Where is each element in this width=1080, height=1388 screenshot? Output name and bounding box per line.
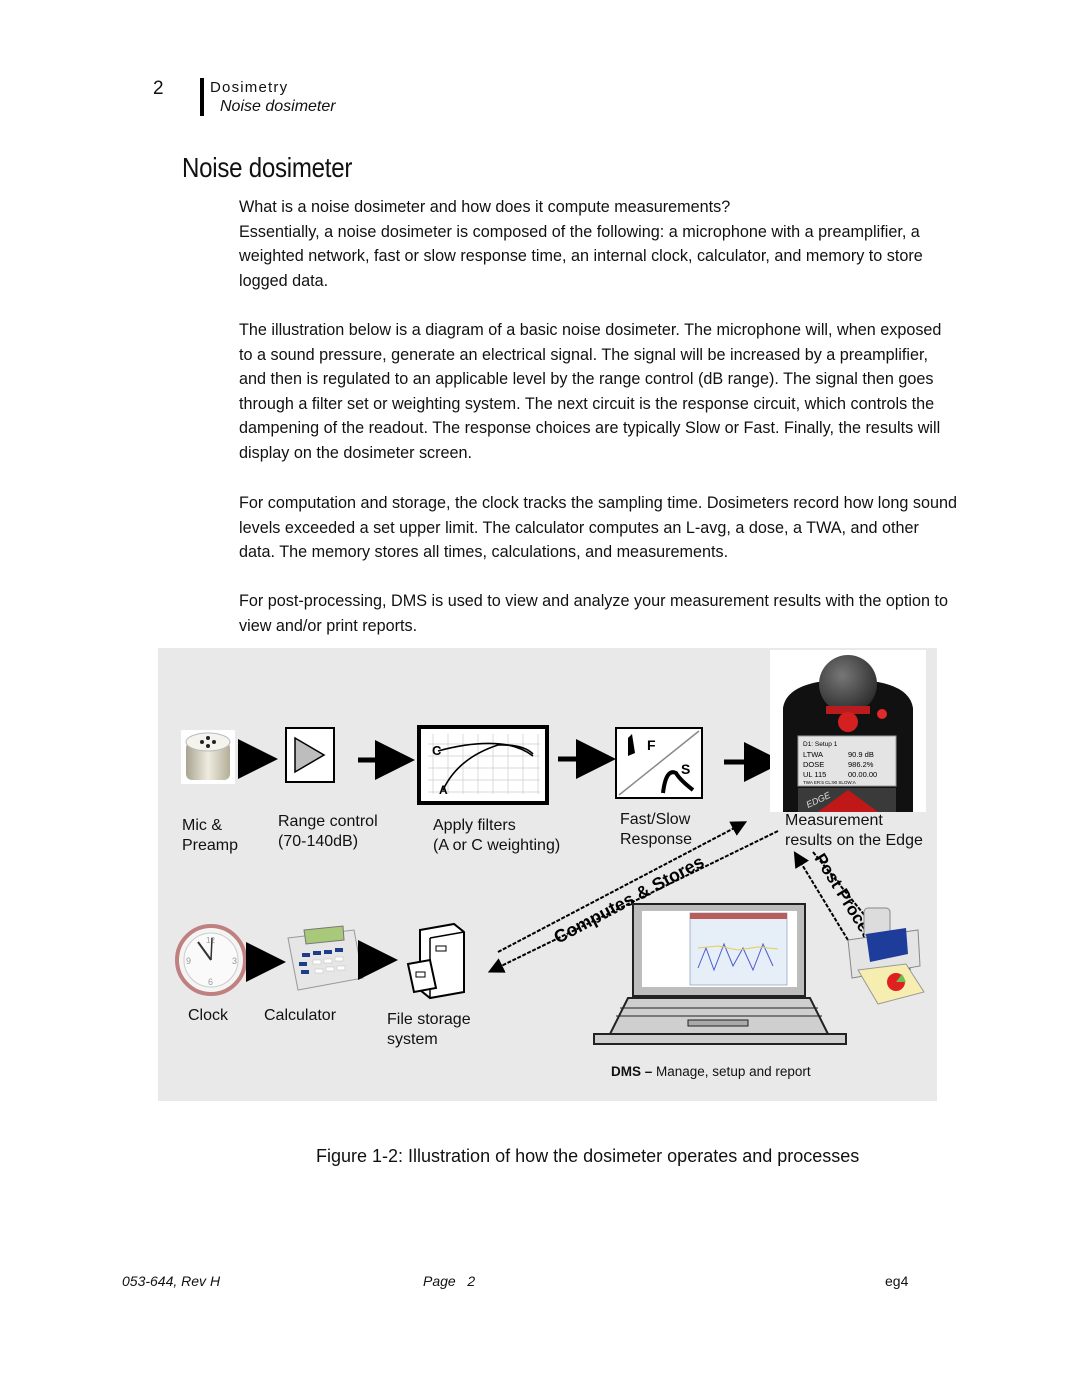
screen-row-label: UL 115 <box>803 770 826 779</box>
clock-number: 3 <box>232 956 237 966</box>
illustration-paragraph: The illustration below is a diagram of a… <box>239 321 942 462</box>
screen-row-value: 90.9 dB <box>848 750 874 759</box>
measurement-label: Measurement results on the Edge <box>785 812 923 849</box>
screen-row-label: DOSE <box>803 760 824 769</box>
response-icon: F S <box>615 727 703 799</box>
page-title: Noise dosimeter <box>182 152 353 183</box>
intro-paragraph: What is a noise dosimeter and how does i… <box>239 195 959 293</box>
screen-status: TWA ER:5 CL:90 SLOW:A <box>803 780 856 785</box>
footer-doc-number: 053-644, Rev H <box>122 1273 221 1289</box>
screen-row-label: LTWA <box>803 750 823 759</box>
footer-page-number: Page 2 <box>423 1273 476 1289</box>
computation-paragraph: For computation and storage, the clock t… <box>239 494 957 562</box>
chapter-title: Dosimetry <box>210 79 289 96</box>
footer-product: eg4 <box>885 1273 909 1289</box>
weighting-graph-icon: C A <box>417 725 549 805</box>
filters-label: Apply filters (A or C weighting) <box>433 817 561 854</box>
clock-number: 12 <box>206 936 215 945</box>
chapter-number: 2 <box>153 78 164 99</box>
diagram-graphics: C A F S D1: Setup 1 LTWA 90.9 dB DOSE 98… <box>175 650 926 1045</box>
intro-body: Essentially, a noise dosimeter is compos… <box>239 222 923 290</box>
amplifier-icon <box>285 727 335 783</box>
curve-a-label: A <box>439 783 448 797</box>
screen-header: D1: Setup 1 <box>803 741 838 748</box>
file-cabinet-icon <box>406 922 465 1000</box>
figure-caption: Figure 1-2: Illustration of how the dosi… <box>316 1146 860 1166</box>
laptop-dms-icon <box>593 903 847 1045</box>
dosimeter-diagram: C A F S D1: Setup 1 LTWA 90.9 dB DOSE 98… <box>158 648 937 1101</box>
range-control-label: Range control (70-140dB) <box>278 813 378 850</box>
slow-label: S <box>681 761 690 777</box>
intro-question: What is a noise dosimeter and how does i… <box>239 198 731 216</box>
clock-label: Clock <box>188 1007 229 1024</box>
mic-label: Mic & Preamp <box>182 817 239 854</box>
fast-label: F <box>647 737 656 753</box>
post-processing-paragraph: For post-processing, DMS is used to view… <box>239 592 948 635</box>
clock-number: 6 <box>208 977 213 987</box>
clock-number: 9 <box>186 956 191 966</box>
screen-row-value: 986.2% <box>848 760 874 769</box>
curve-c-label: C <box>432 743 442 758</box>
dms-label: DMS – Manage, setup and report <box>611 1064 811 1079</box>
clock-icon: 12 3 6 9 <box>175 924 247 996</box>
header-divider <box>200 78 204 116</box>
section-title: Noise dosimeter <box>220 98 336 115</box>
screen-row-value: 00.00.00 <box>848 770 877 779</box>
edge-dosimeter-device: D1: Setup 1 LTWA 90.9 dB DOSE 986.2% UL … <box>770 650 926 812</box>
calculator-icon <box>287 925 364 991</box>
microphone-icon <box>181 730 235 784</box>
calculator-label: Calculator <box>264 1007 337 1024</box>
file-storage-label: File storage system <box>387 1011 471 1048</box>
response-label: Fast/Slow Response <box>620 811 693 848</box>
